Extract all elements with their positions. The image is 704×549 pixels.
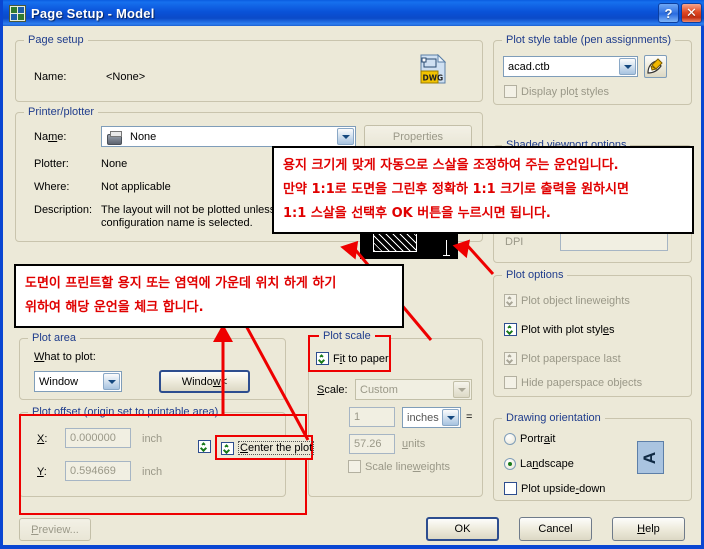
pen-edit-icon <box>647 58 663 74</box>
plot-options-group-label: Plot options <box>502 269 568 281</box>
what-to-plot-label: What to plot: <box>34 351 96 363</box>
properties-button[interactable]: Properties <box>364 125 472 148</box>
page-setup-name-value: <None> <box>106 71 146 83</box>
annotation-scale-line-1: 용지 크기게 맞게 자동으로 스살을 조정하여 주는 운언입니다. <box>283 158 619 173</box>
description-line-2: configuration name is selected. <box>101 217 253 229</box>
what-to-plot-combo[interactable]: Window <box>34 371 122 392</box>
preview-label: Preview... <box>31 523 79 536</box>
checkbox-box <box>504 294 517 307</box>
annotation-scale-note: 용지 크기게 맞게 자동으로 스살을 조정하여 주는 운언입니다. 만약 1:1… <box>272 146 694 235</box>
plot-object-lineweights-checkbox[interactable]: Plot object lineweights <box>504 294 630 307</box>
plot-style-table-group-label: Plot style table (pen assignments) <box>502 34 676 46</box>
annotation-center-line-1: 도면이 프린트할 용지 또는 염역에 가운데 위치 하게 하기 <box>25 276 337 291</box>
page-setup-icon <box>9 4 26 22</box>
scale-units-label: units <box>402 438 426 450</box>
page-setup-group: Page setup Name: <None> DWG <box>15 34 483 102</box>
plotter-icon <box>107 131 122 145</box>
scale-units-value: inches <box>407 411 439 424</box>
plot-with-plot-styles-checkbox[interactable]: Plot with plot styles <box>504 323 615 336</box>
help-button[interactable]: ? <box>658 3 679 23</box>
plotter-row-label: Plotter: <box>34 158 69 170</box>
chevron-down-icon[interactable] <box>103 373 120 390</box>
cancel-button[interactable]: Cancel <box>519 517 592 541</box>
preview-origin-marker <box>443 240 450 256</box>
annotation-center-note: 도면이 프린트할 용지 또는 염역에 가운데 위치 하게 하기 위하여 해당 운… <box>14 264 404 329</box>
printer-plotter-group-label: Printer/plotter <box>24 106 99 118</box>
plot-style-table-group: Plot style table (pen assignments) acad.… <box>493 34 692 105</box>
chevron-down-icon[interactable] <box>619 58 636 75</box>
checkbox-box <box>504 482 517 495</box>
plot-area-group-label: Plot area <box>28 332 81 344</box>
radio-dot <box>504 433 516 445</box>
plot-with-plot-styles-label: Plot with plot styles <box>521 323 615 336</box>
close-icon[interactable]: ✕ <box>681 3 702 23</box>
preview-button[interactable]: Preview... <box>19 518 91 541</box>
hide-paperspace-objects-label: Hide paperspace objects <box>521 376 643 389</box>
plot-upside-down-label: Plot upside-down <box>521 482 606 495</box>
plotter-name-combo[interactable]: None <box>101 126 356 147</box>
checkbox-box <box>504 85 517 98</box>
plot-paperspace-last-checkbox[interactable]: Plot paperspace last <box>504 352 621 365</box>
landscape-label: Landscape <box>520 458 574 470</box>
checkbox-box <box>504 352 517 365</box>
help-footer-button[interactable]: Help <box>612 517 685 541</box>
annotation-scale-line-2: 만약 1:1로 도면을 그린후 정확하 1:1 크기로 출력을 원하시면 <box>283 182 629 198</box>
chevron-down-icon[interactable] <box>442 409 459 426</box>
where-label: Where: <box>34 181 70 193</box>
landscape-page-icon: A <box>637 441 664 474</box>
drawing-orientation-group-label: Drawing orientation <box>502 412 605 424</box>
title-bar: Page Setup - Model ? ✕ <box>3 0 704 26</box>
checkbox-box <box>504 376 517 389</box>
scale-denominator-input[interactable]: 57.26 <box>349 434 395 454</box>
dwg-file-icon: DWG <box>420 54 446 84</box>
arrow-to-dpi <box>452 239 495 276</box>
plotter-name-value: None <box>130 130 157 143</box>
scale-numerator-input[interactable]: 1 <box>349 407 395 427</box>
chevron-down-icon[interactable] <box>337 128 354 145</box>
where-value: Not applicable <box>101 181 171 193</box>
help-footer-label: Help <box>637 523 660 535</box>
plot-style-table-combo[interactable]: acad.ctb <box>503 56 638 77</box>
scale-value: Custom <box>360 383 398 396</box>
plot-paperspace-last-label: Plot paperspace last <box>521 352 621 365</box>
window-title: Page Setup - Model <box>31 5 155 21</box>
chevron-down-icon[interactable] <box>453 381 470 398</box>
scale-lineweights-label: Scale lineweights <box>365 460 451 473</box>
plotter-row-value: None <box>101 158 128 170</box>
landscape-radio[interactable]: Landscape <box>504 458 574 470</box>
checkbox-box <box>348 460 361 473</box>
scale-units-combo[interactable]: inches <box>402 407 461 428</box>
page-setup-group-label: Page setup <box>24 34 88 46</box>
plotter-name-label: Name: <box>34 131 67 143</box>
plot-object-lineweights-label: Plot object lineweights <box>521 294 630 307</box>
description-label: Description: <box>34 204 93 216</box>
checkbox-box <box>504 323 517 336</box>
scale-lineweights-checkbox[interactable]: Scale lineweights <box>348 460 450 473</box>
scale-combo[interactable]: Custom <box>355 379 472 400</box>
ok-button[interactable]: OK <box>426 517 499 541</box>
display-plot-styles-checkbox[interactable]: Display plot styles <box>504 85 609 98</box>
annotation-center-line-2: 위하여 해당 운언을 체크 합니다. <box>25 300 204 316</box>
page-setup-name-label: Name: <box>34 71 67 83</box>
drawing-orientation-group: Drawing orientation Portrait Landscape P… <box>493 412 692 501</box>
page-setup-dialog: Page Setup - Model ? ✕ Page setup Name: … <box>0 0 704 549</box>
fit-to-paper-label-overlay: Fit to paper <box>333 352 389 365</box>
equals-sign: = <box>466 411 473 423</box>
portrait-label: Portrait <box>520 433 556 445</box>
radio-dot <box>504 458 516 470</box>
display-plot-styles-label: Display plot styles <box>521 85 610 98</box>
plot-style-table-value: acad.ctb <box>508 60 550 73</box>
plot-options-group: Plot options Plot object lineweights Plo… <box>493 269 692 397</box>
edit-plot-style-button[interactable] <box>644 55 667 78</box>
plot-upside-down-checkbox[interactable]: Plot upside-down <box>504 482 605 495</box>
portrait-radio[interactable]: Portrait <box>504 433 555 445</box>
what-to-plot-value: Window <box>39 375 79 388</box>
fit-to-paper-checkbox-overlay[interactable]: Fit to paper <box>316 352 389 365</box>
annotation-scale-line-3: 1:1 스살을 선택후 OK 버튼을 누르시면 됩니다. <box>283 206 551 222</box>
hide-paperspace-objects-checkbox[interactable]: Hide paperspace objects <box>504 376 642 389</box>
svg-text:DWG: DWG <box>423 74 444 83</box>
